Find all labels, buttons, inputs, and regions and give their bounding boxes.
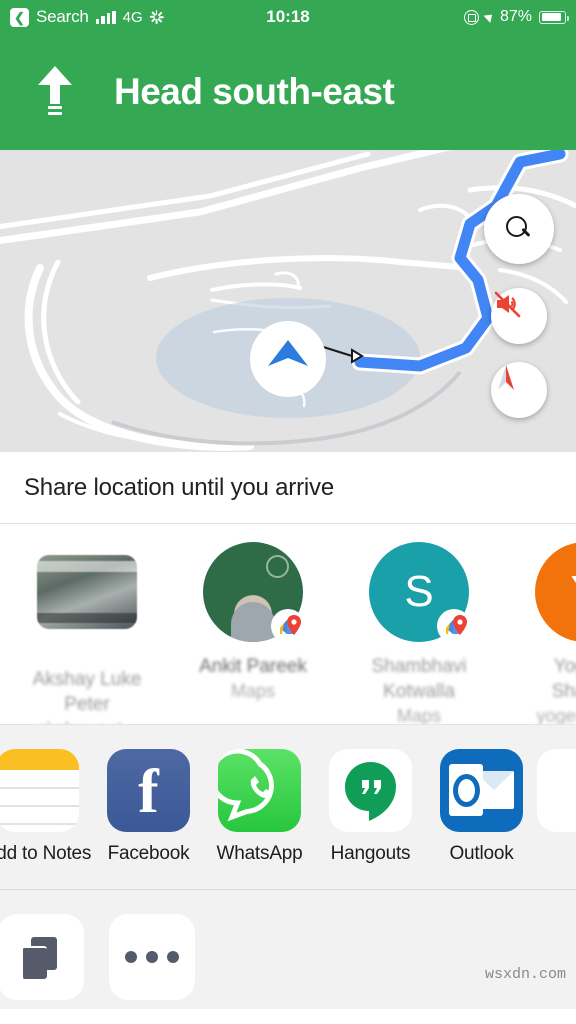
speaker-muted-icon [494, 291, 521, 318]
app-item-whatsapp[interactable]: WhatsApp [204, 749, 315, 889]
copy-button[interactable] [0, 914, 84, 1000]
hangouts-app-icon [329, 749, 412, 832]
contact-item[interactable]: Akshay Luke Peter akshay.pet... [20, 542, 154, 724]
actions-row[interactable]: wsxdn.com [0, 889, 576, 1009]
status-back-label[interactable]: Search [36, 7, 89, 27]
activity-spinner-icon [149, 10, 164, 24]
facebook-app-icon: f [107, 749, 190, 832]
contact-subtitle: Maps [396, 706, 441, 724]
contact-name: Akshay Luke Peter [32, 669, 142, 715]
contact-subtitle: yogesh.sh... [536, 706, 576, 724]
contact-subtitle: Maps [230, 681, 275, 701]
status-bar-left: ❮ Search 4G [10, 7, 164, 27]
map-canvas [0, 150, 576, 451]
network-type-label: 4G [122, 8, 143, 26]
contact-name: Shambhavi Kotwalla [371, 656, 467, 702]
app-item-notes[interactable]: Add to Notes [0, 749, 93, 889]
battery-icon [539, 10, 569, 24]
avatar [37, 555, 137, 655]
compass-icon [498, 365, 514, 390]
navigation-instruction: Head south-east [114, 71, 395, 112]
map-view[interactable] [0, 150, 576, 452]
rotation-lock-icon [463, 9, 479, 25]
avatar: Y [535, 542, 576, 642]
watermark: wsxdn.com [484, 966, 566, 983]
notes-app-icon [0, 749, 79, 832]
maps-pin-icon [437, 609, 471, 643]
contact-item[interactable]: S Shambhavi Kotwalla Maps [352, 542, 486, 724]
app-item-outlook[interactable]: Outlook [426, 749, 537, 889]
partial-app-icon [537, 749, 576, 832]
share-sheet-title-row: Share location until you arrive [0, 452, 576, 524]
contact-subtitle: akshay.pet... [20, 717, 154, 724]
compass-button[interactable] [491, 362, 547, 418]
search-icon [506, 216, 532, 242]
app-label: Outlook [449, 843, 514, 864]
outlook-app-icon [440, 749, 523, 832]
contact-initial: Y [535, 542, 576, 642]
maps-pin-icon [271, 609, 305, 643]
signal-bars-icon [95, 10, 116, 24]
app-item-more[interactable] [537, 749, 576, 889]
app-label: Add to Notes [0, 843, 92, 864]
whatsapp-app-icon [218, 749, 301, 832]
straight-arrow-icon [38, 66, 72, 118]
contact-name: Yogesh Sharma [551, 656, 576, 702]
phone-screen: ❮ Search 4G 10:18 87% Head south-east Sh… [0, 0, 576, 1024]
app-label: Facebook [107, 843, 190, 864]
share-sheet-title: Share location until you arrive [24, 473, 334, 501]
action-item-more[interactable] [109, 914, 220, 1009]
mute-button[interactable] [491, 288, 547, 344]
app-item-hangouts[interactable]: Hangouts [315, 749, 426, 889]
contacts-row[interactable]: Akshay Luke Peter akshay.pet... Ankit Pa… [0, 524, 576, 724]
contact-item[interactable]: Ankit Pareek Maps [186, 542, 320, 724]
status-bar-right: 87% [463, 8, 569, 26]
location-arrow-icon [483, 10, 496, 24]
apps-row[interactable]: Add to Notes f Facebook WhatsApp [0, 724, 576, 889]
app-label: Hangouts [330, 843, 411, 864]
status-bar: ❮ Search 4G 10:18 87% [0, 0, 576, 34]
more-button[interactable] [109, 914, 195, 1000]
avatar [203, 542, 305, 643]
search-button[interactable] [484, 194, 554, 264]
contact-photo [37, 555, 137, 629]
app-label: WhatsApp [216, 843, 303, 864]
app-item-facebook[interactable]: f Facebook [93, 749, 204, 889]
contact-name: Ankit Pareek [199, 656, 307, 677]
action-item-copy[interactable] [0, 914, 109, 1009]
chevron-left-icon[interactable]: ❮ [10, 7, 29, 27]
avatar: S [369, 542, 471, 643]
navigation-header: Head south-east [0, 34, 576, 150]
copy-icon [19, 935, 63, 979]
more-icon [125, 951, 179, 963]
contact-item[interactable]: Y Yogesh Sharma yogesh.sh... [518, 542, 576, 724]
battery-percent-label: 87% [499, 8, 532, 25]
